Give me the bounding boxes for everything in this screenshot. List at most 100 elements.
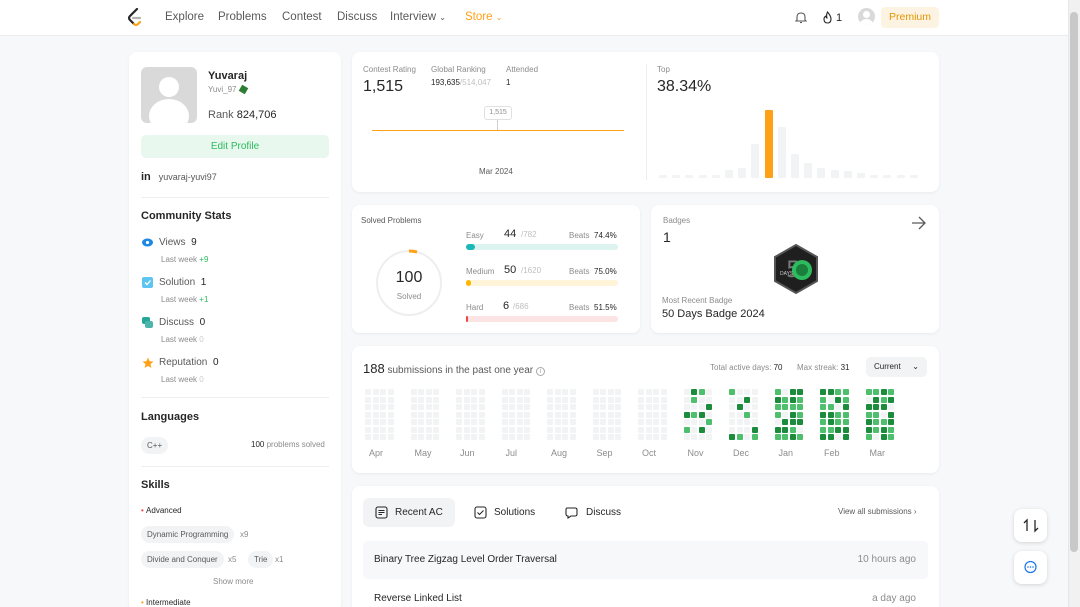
heatmap-cell[interactable] (888, 434, 894, 440)
heatmap-cell[interactable] (463, 389, 470, 395)
heatmap-cell[interactable] (789, 419, 796, 425)
heatmap-cell[interactable] (615, 426, 621, 433)
language-tag[interactable]: C++ (141, 437, 169, 454)
heatmap-cell[interactable] (615, 389, 621, 395)
heatmap-cell[interactable] (683, 389, 690, 395)
heatmap-cell[interactable] (751, 419, 758, 425)
heatmap-cell[interactable] (478, 434, 485, 440)
heatmap-cell[interactable] (554, 396, 561, 403)
heatmap-cell[interactable] (418, 404, 424, 410)
heatmap-cell[interactable] (418, 389, 424, 395)
heatmap-cell[interactable] (569, 426, 576, 433)
heatmap-cell[interactable] (387, 404, 394, 410)
heatmap-cell[interactable] (372, 389, 379, 395)
nav-problems[interactable]: Problems (218, 11, 267, 23)
tab-solutions[interactable]: Solutions (462, 498, 547, 527)
heatmap-cell[interactable] (873, 396, 879, 403)
heatmap-cell[interactable] (683, 404, 690, 410)
heatmap-cell[interactable] (683, 411, 690, 418)
heatmap-cell[interactable] (365, 426, 371, 433)
heatmap-cell[interactable] (380, 404, 386, 410)
heatmap-cell[interactable] (410, 434, 417, 440)
heatmap-cell[interactable] (607, 411, 614, 418)
heatmap-cell[interactable] (638, 396, 644, 403)
heatmap-cell[interactable] (736, 419, 743, 425)
heatmap-cell[interactable] (562, 434, 568, 440)
heatmap-cell[interactable] (433, 411, 439, 418)
heatmap-cell[interactable] (516, 419, 523, 425)
heatmap-cell[interactable] (433, 389, 439, 395)
heatmap-cell[interactable] (736, 396, 743, 403)
heatmap-cell[interactable] (706, 419, 712, 425)
heatmap-cell[interactable] (653, 426, 659, 433)
heatmap-cell[interactable] (569, 404, 576, 410)
heatmap-cell[interactable] (645, 389, 652, 395)
heatmap-cell[interactable] (880, 419, 887, 425)
heatmap-cell[interactable] (478, 419, 485, 425)
heatmap-cell[interactable] (842, 411, 849, 418)
heatmap-cell[interactable] (524, 411, 530, 418)
heatmap-cell[interactable] (365, 411, 371, 418)
leetcode-logo-icon[interactable] (127, 8, 143, 27)
heatmap-cell[interactable] (645, 404, 652, 410)
heatmap-cell[interactable] (729, 434, 735, 440)
heatmap-cell[interactable] (835, 396, 841, 403)
feedback-button[interactable] (1014, 551, 1047, 584)
heatmap-cell[interactable] (554, 389, 561, 395)
heatmap-cell[interactable] (797, 389, 803, 395)
heatmap-cell[interactable] (835, 434, 841, 440)
heatmap-cell[interactable] (729, 396, 735, 403)
heatmap-cell[interactable] (827, 404, 834, 410)
heatmap-cell[interactable] (509, 434, 515, 440)
heatmap-cell[interactable] (880, 404, 887, 410)
heatmap-cell[interactable] (880, 426, 887, 433)
heatmap-cell[interactable] (820, 411, 826, 418)
heatmap-cell[interactable] (592, 411, 599, 418)
heatmap-cell[interactable] (471, 396, 477, 403)
heatmap-cell[interactable] (774, 419, 781, 425)
heatmap-cell[interactable] (782, 411, 788, 418)
heatmap-cell[interactable] (387, 411, 394, 418)
heatmap-cell[interactable] (691, 396, 697, 403)
heatmap-cell[interactable] (691, 389, 697, 395)
heatmap-cell[interactable] (471, 389, 477, 395)
heatmap-cell[interactable] (516, 396, 523, 403)
heatmap-cell[interactable] (691, 434, 697, 440)
heatmap-cell[interactable] (888, 389, 894, 395)
heatmap-cell[interactable] (554, 434, 561, 440)
skill-tag[interactable]: Dynamic Programming (141, 526, 235, 543)
heatmap-cell[interactable] (554, 411, 561, 418)
heatmap-cell[interactable] (865, 419, 872, 425)
heatmap-cell[interactable] (880, 411, 887, 418)
heatmap-cell[interactable] (645, 396, 652, 403)
heatmap-cell[interactable] (880, 389, 887, 395)
heatmap-cell[interactable] (751, 404, 758, 410)
heatmap-cell[interactable] (471, 434, 477, 440)
heatmap-cell[interactable] (501, 411, 508, 418)
heatmap-cell[interactable] (425, 404, 432, 410)
heatmap-cell[interactable] (463, 404, 470, 410)
heatmap-cell[interactable] (842, 434, 849, 440)
heatmap-cell[interactable] (835, 389, 841, 395)
heatmap-cell[interactable] (820, 396, 826, 403)
premium-button[interactable]: Premium (881, 7, 939, 28)
heatmap-cell[interactable] (607, 396, 614, 403)
heatmap-cell[interactable] (410, 389, 417, 395)
heatmap-cell[interactable] (789, 396, 796, 403)
heatmap-cell[interactable] (660, 389, 667, 395)
heatmap-cell[interactable] (774, 434, 781, 440)
heatmap-cell[interactable] (729, 419, 735, 425)
heatmap-cell[interactable] (418, 426, 424, 433)
heatmap-cell[interactable] (410, 411, 417, 418)
heatmap-cell[interactable] (873, 404, 879, 410)
info-icon[interactable]: i (535, 367, 545, 376)
heatmap-cell[interactable] (516, 434, 523, 440)
heatmap-cell[interactable] (782, 396, 788, 403)
heatmap-cell[interactable] (782, 389, 788, 395)
heatmap-cell[interactable] (820, 419, 826, 425)
heatmap-cell[interactable] (592, 434, 599, 440)
heatmap-cell[interactable] (645, 411, 652, 418)
heatmap-cell[interactable] (645, 419, 652, 425)
heatmap-cell[interactable] (653, 404, 659, 410)
heatmap-cell[interactable] (380, 419, 386, 425)
